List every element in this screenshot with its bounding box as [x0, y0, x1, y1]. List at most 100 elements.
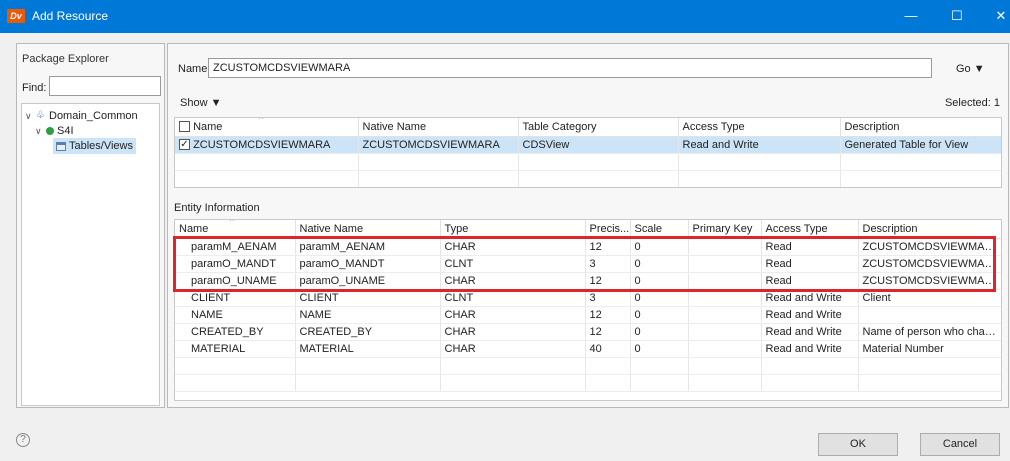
cell — [858, 306, 1001, 324]
cell: 3 — [585, 289, 631, 307]
close-icon[interactable]: ✕ — [990, 5, 1010, 27]
table-row[interactable]: paramO_MANDT paramO_MANDT CLNT 3 0 Read … — [175, 255, 1001, 273]
cell: CHAR — [440, 306, 586, 324]
package-explorer-panel: Package Explorer Find: ∨ ♧ Domain_Common… — [16, 43, 165, 408]
cell: 12 — [585, 238, 631, 256]
empty-row — [175, 170, 1001, 187]
find-input[interactable] — [49, 76, 161, 96]
show-menu[interactable]: Show ▼ — [180, 97, 221, 109]
app-logo-icon: Dv — [7, 9, 25, 23]
tree-node-label: Domain_Common — [49, 110, 138, 122]
empty-row — [175, 153, 1001, 171]
caret-down-icon: ▼ — [973, 63, 985, 75]
cell: paramO_UNAME — [295, 272, 441, 290]
table-row[interactable]: NAME NAME CHAR 12 0 Read and Write — [175, 306, 1001, 324]
chevron-down-icon[interactable]: ∨ — [35, 126, 43, 137]
table-row[interactable]: ✓ ZCUSTOMCDSVIEWMARA ZCUSTOMCDSVIEWMARA … — [175, 136, 1001, 154]
sort-icon: ^ — [229, 220, 234, 226]
tree-node-label: Tables/Views — [69, 140, 133, 152]
column-header-name[interactable]: Name ^ — [175, 220, 296, 239]
column-header-access-type[interactable]: Access Type — [678, 118, 841, 137]
row-checkbox[interactable]: ✓ — [179, 139, 190, 151]
column-header-precision[interactable]: Precis... — [585, 220, 631, 239]
cell: CHAR — [440, 272, 586, 290]
tree-node-s4i[interactable]: ∨ S4I — [35, 125, 74, 137]
caret-down-icon: ▼ — [210, 97, 222, 109]
tree-node-domain-common[interactable]: ∨ ♧ Domain_Common — [25, 110, 138, 122]
column-header-scale[interactable]: Scale — [630, 220, 689, 239]
cell: CREATED_BY — [175, 323, 296, 341]
name-input[interactable]: ZCUSTOMCDSVIEWMARA — [208, 58, 932, 78]
table-row[interactable]: paramM_AENAM paramM_AENAM CHAR 12 0 Read… — [175, 238, 1001, 256]
cell: 0 — [630, 323, 689, 341]
database-icon — [46, 127, 54, 135]
table-row[interactable]: paramO_UNAME paramO_UNAME CHAR 12 0 Read… — [175, 272, 1001, 290]
cell — [688, 255, 762, 273]
column-header-table-category[interactable]: Table Category — [518, 118, 679, 137]
entity-table: Name ^ Native Name Type Precis... Scale P… — [174, 219, 1002, 401]
cell: CLIENT — [175, 289, 296, 307]
column-header-description[interactable]: Description — [858, 220, 1001, 239]
column-header-native-name[interactable]: Native Name — [295, 220, 441, 239]
cell: paramO_MANDT — [295, 255, 441, 273]
cell: 12 — [585, 272, 631, 290]
cell — [688, 289, 762, 307]
go-button[interactable]: Go ▼ — [956, 63, 985, 75]
resource-table-header: Name ^ Native Name Table Category Access … — [175, 118, 1001, 137]
cancel-button[interactable]: Cancel — [920, 433, 1000, 456]
cell: 12 — [585, 306, 631, 324]
column-header-access-type[interactable]: Access Type — [761, 220, 859, 239]
cell: Read and Write — [761, 340, 859, 358]
cell: 0 — [630, 238, 689, 256]
title-bar: Dv Add Resource — ☐ ✕ — [0, 0, 1010, 33]
select-all-checkbox[interactable] — [179, 121, 190, 133]
column-header-description[interactable]: Description — [840, 118, 1001, 137]
cell: CLIENT — [295, 289, 441, 307]
cell: CHAR — [440, 323, 586, 341]
table-row[interactable]: CREATED_BY CREATED_BY CHAR 12 0 Read and… — [175, 323, 1001, 341]
cell: Read — [761, 272, 859, 290]
cell — [688, 323, 762, 341]
chevron-down-icon[interactable]: ∨ — [25, 111, 33, 122]
cell: 40 — [585, 340, 631, 358]
column-header-type[interactable]: Type — [440, 220, 586, 239]
table-row[interactable]: MATERIAL MATERIAL CHAR 40 0 Read and Wri… — [175, 340, 1001, 358]
sort-icon: ^ — [258, 118, 263, 124]
cell-name: ✓ ZCUSTOMCDSVIEWMARA — [175, 136, 359, 154]
cell: paramO_UNAME — [175, 272, 296, 290]
cell: 0 — [630, 255, 689, 273]
cell: ZCUSTOMCDSVIEWMARA — [858, 255, 1001, 273]
table-row[interactable]: CLIENT CLIENT CLNT 3 0 Read and Write Cl… — [175, 289, 1001, 307]
resource-panel: Name: ZCUSTOMCDSVIEWMARA Go ▼ Show ▼ Sel… — [167, 43, 1009, 408]
column-header-native-name[interactable]: Native Name — [358, 118, 519, 137]
name-label: Name: — [178, 63, 211, 75]
minimize-icon[interactable]: — — [900, 5, 922, 27]
find-label: Find: — [22, 82, 47, 94]
cell: MATERIAL — [295, 340, 441, 358]
cell: Read and Write — [761, 289, 859, 307]
cell: paramO_MANDT — [175, 255, 296, 273]
table-icon — [56, 141, 66, 151]
column-header-name[interactable]: Name ^ — [175, 118, 359, 137]
cell: Read and Write — [761, 306, 859, 324]
cell: 0 — [630, 306, 689, 324]
cell: CREATED_BY — [295, 323, 441, 341]
cell-access-type: Read and Write — [678, 136, 841, 154]
maximize-icon[interactable]: ☐ — [946, 5, 968, 27]
cell: Client — [858, 289, 1001, 307]
column-header-primary-key[interactable]: Primary Key — [688, 220, 762, 239]
cell — [688, 306, 762, 324]
cell — [688, 238, 762, 256]
help-icon[interactable]: ? — [16, 433, 30, 447]
empty-row — [175, 374, 1001, 392]
cell: NAME — [295, 306, 441, 324]
entity-information-label: Entity Information — [174, 202, 260, 214]
ok-button[interactable]: OK — [818, 433, 898, 456]
cell-category: CDSView — [518, 136, 679, 154]
tree-node-label: S4I — [57, 125, 74, 137]
cell: CHAR — [440, 238, 586, 256]
domain-icon: ♧ — [36, 110, 45, 121]
selected-count: Selected: 1 — [944, 97, 1000, 109]
cell: paramM_AENAM — [295, 238, 441, 256]
tree-node-tables-views[interactable]: Tables/Views — [53, 138, 136, 154]
